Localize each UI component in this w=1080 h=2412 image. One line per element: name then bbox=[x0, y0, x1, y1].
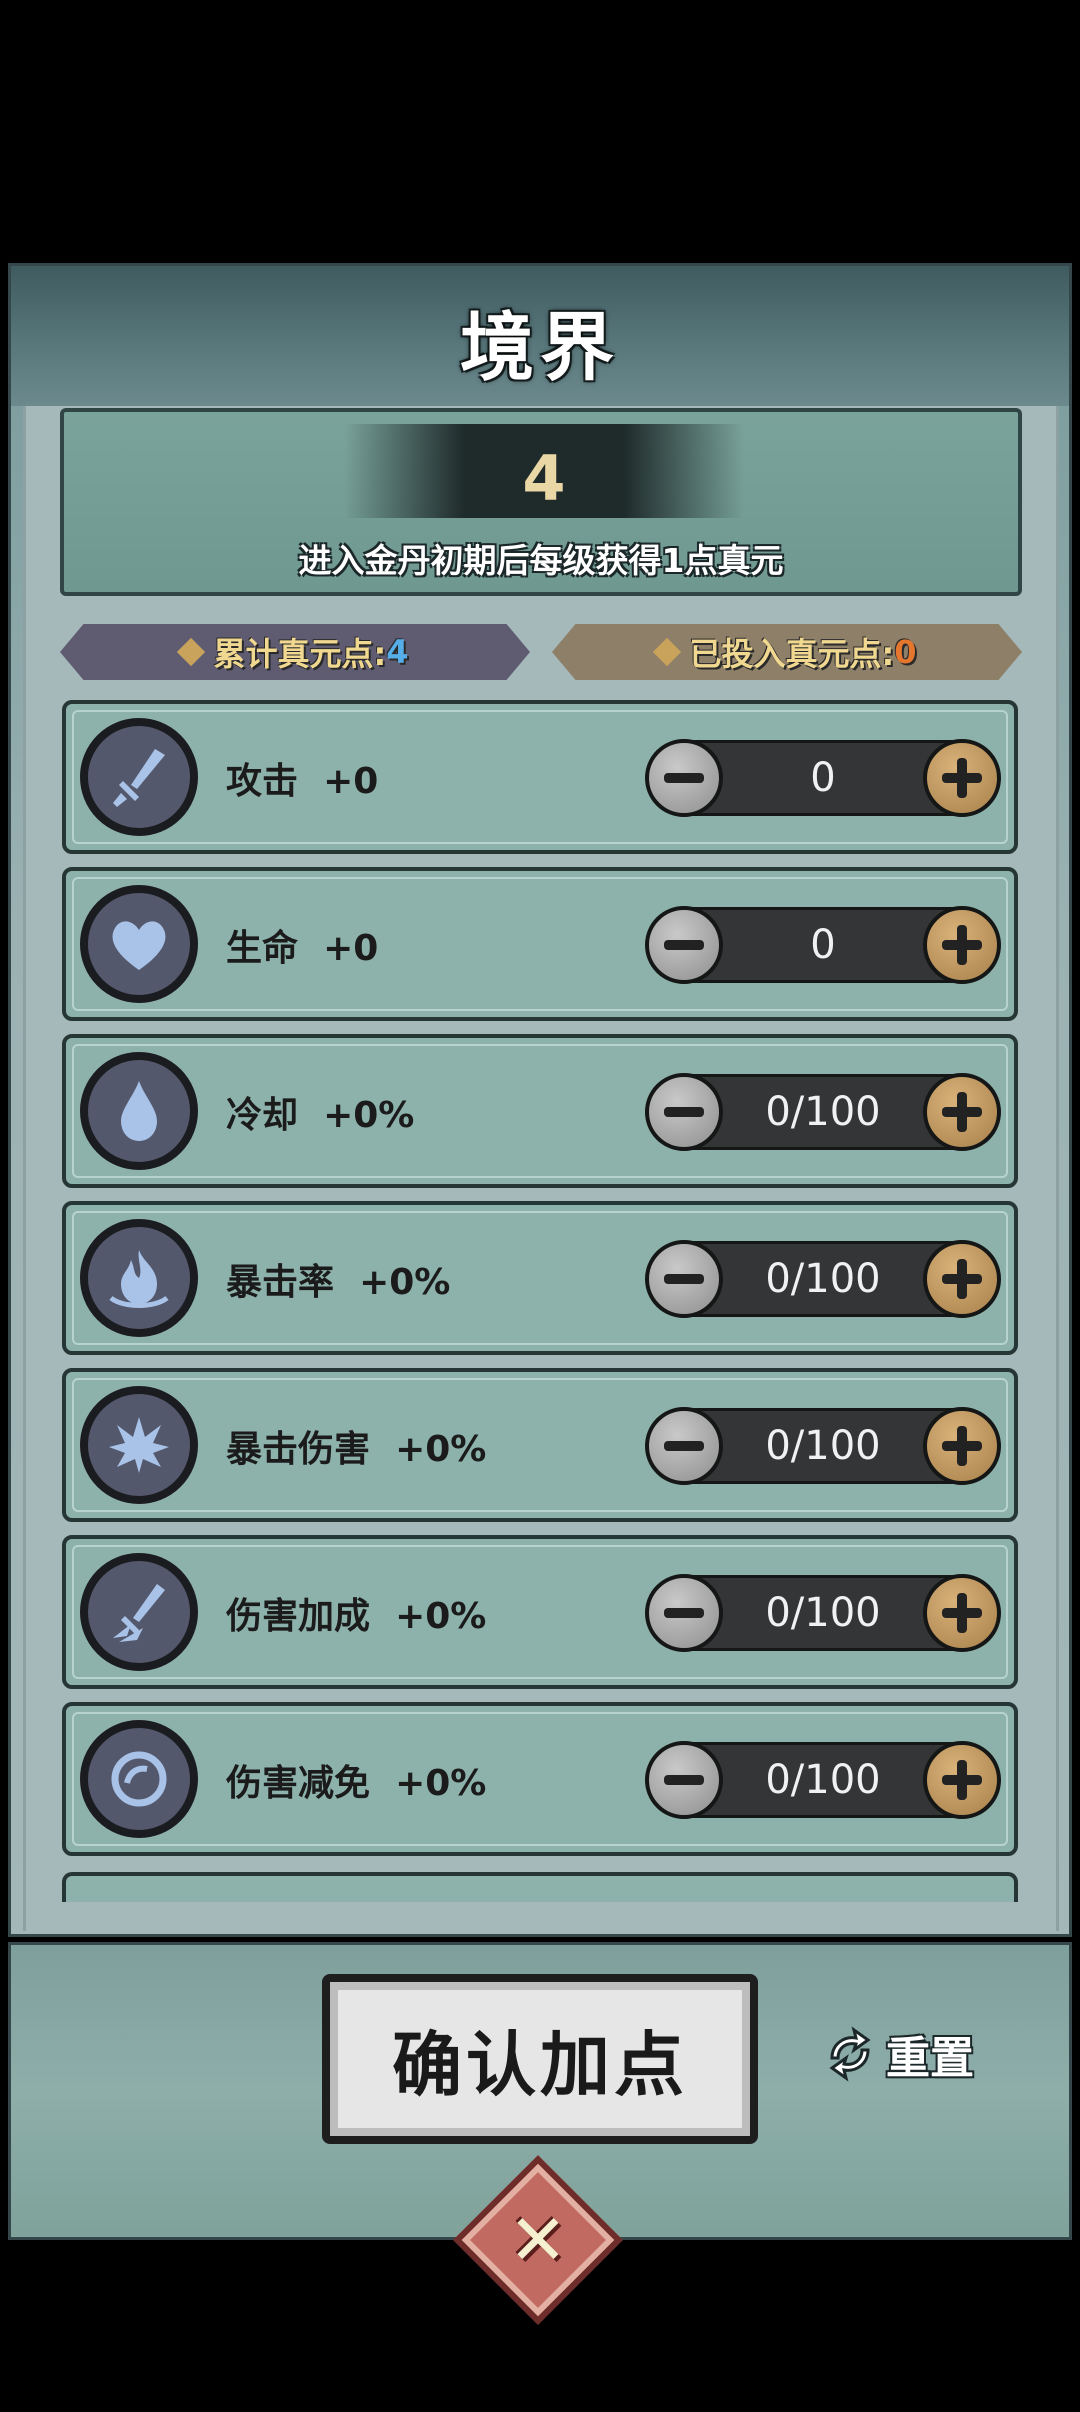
stat-value: 0/100 bbox=[765, 1757, 881, 1803]
confirm-button[interactable]: 确认加点 bbox=[322, 1974, 758, 2144]
stat-row-cooldown: 冷却 +0% 0/100 bbox=[62, 1034, 1018, 1188]
stat-value: 0/100 bbox=[765, 1423, 881, 1469]
invested-points-label: 已投入真元点: bbox=[689, 635, 895, 673]
sword-icon bbox=[80, 718, 198, 836]
plus-button[interactable] bbox=[923, 1240, 1001, 1318]
stat-value: 0 bbox=[810, 922, 836, 968]
stat-label: 暴击率 +0% bbox=[226, 1262, 451, 1303]
level-band: 4 bbox=[344, 424, 744, 518]
stat-stepper: 0/100 bbox=[645, 1240, 1001, 1318]
plus-button[interactable] bbox=[923, 906, 1001, 984]
stat-value: 0/100 bbox=[765, 1256, 881, 1302]
diamond-icon bbox=[653, 637, 682, 667]
water-drop-icon bbox=[80, 1052, 198, 1170]
plus-button[interactable] bbox=[923, 739, 1001, 817]
stat-row-crit-damage: 暴击伤害 +0% 0/100 bbox=[62, 1368, 1018, 1522]
stat-row-partial bbox=[62, 1872, 1018, 1902]
minus-button[interactable] bbox=[645, 906, 723, 984]
stat-label: 生命 +0 bbox=[226, 928, 379, 969]
panel-header: 境界 bbox=[11, 266, 1069, 406]
flame-icon bbox=[80, 1219, 198, 1337]
invested-points-badge: 已投入真元点: 0 bbox=[552, 624, 1022, 680]
burst-icon bbox=[80, 1386, 198, 1504]
stat-stepper: 0/100 bbox=[645, 1574, 1001, 1652]
stat-value: 0/100 bbox=[765, 1590, 881, 1636]
refresh-icon bbox=[829, 2026, 871, 2082]
stat-stepper: 0/100 bbox=[645, 1073, 1001, 1151]
stat-row-crit-rate: 暴击率 +0% 0/100 bbox=[62, 1201, 1018, 1355]
stat-label: 攻击 +0 bbox=[226, 761, 379, 802]
minus-button[interactable] bbox=[645, 1407, 723, 1485]
stat-label: 伤害减免 +0% bbox=[226, 1763, 487, 1804]
stat-row-attack: 攻击 +0 0 bbox=[62, 700, 1018, 854]
plus-button[interactable] bbox=[923, 1741, 1001, 1819]
stat-value: 0 bbox=[810, 755, 836, 801]
minus-button[interactable] bbox=[645, 1741, 723, 1819]
plus-button[interactable] bbox=[923, 1574, 1001, 1652]
realm-info-text: 进入金丹初期后每级获得1点真元 bbox=[298, 541, 784, 580]
stat-stepper: 0 bbox=[645, 739, 1001, 817]
total-points-badge: 累计真元点: 4 bbox=[60, 624, 530, 680]
sword-slash-icon bbox=[80, 1553, 198, 1671]
minus-button[interactable] bbox=[645, 739, 723, 817]
stat-row-damage-reduction: 伤害减免 +0% 0/100 bbox=[62, 1702, 1018, 1856]
reset-button[interactable]: 重置 bbox=[820, 2024, 974, 2084]
stat-value: 0/100 bbox=[765, 1089, 881, 1135]
total-points-value: 4 bbox=[386, 633, 409, 671]
stat-stepper: 0/100 bbox=[645, 1741, 1001, 1819]
stat-label: 冷却 +0% bbox=[226, 1095, 415, 1136]
reset-label: 重置 bbox=[886, 2033, 974, 2084]
stat-stepper: 0/100 bbox=[645, 1407, 1001, 1485]
stat-label: 伤害加成 +0% bbox=[226, 1596, 487, 1637]
stat-row-life: 生命 +0 0 bbox=[62, 867, 1018, 1021]
realm-info-box: 4 进入金丹初期后每级获得1点真元 bbox=[60, 408, 1022, 596]
minus-button[interactable] bbox=[645, 1240, 723, 1318]
stat-row-damage-bonus: 伤害加成 +0% 0/100 bbox=[62, 1535, 1018, 1689]
panel-title: 境界 bbox=[460, 305, 620, 391]
close-icon[interactable]: ✕ bbox=[478, 2180, 598, 2300]
stat-label: 暴击伤害 +0% bbox=[226, 1429, 487, 1470]
realm-level: 4 bbox=[522, 442, 566, 515]
invested-points-value: 0 bbox=[894, 633, 917, 671]
plus-button[interactable] bbox=[923, 1073, 1001, 1151]
plus-button[interactable] bbox=[923, 1407, 1001, 1485]
minus-button[interactable] bbox=[645, 1073, 723, 1151]
stat-stepper: 0 bbox=[645, 906, 1001, 984]
diamond-icon bbox=[177, 637, 206, 667]
minus-button[interactable] bbox=[645, 1574, 723, 1652]
heart-icon bbox=[80, 885, 198, 1003]
shield-ring-icon bbox=[80, 1720, 198, 1838]
total-points-label: 累计真元点: bbox=[213, 635, 387, 673]
